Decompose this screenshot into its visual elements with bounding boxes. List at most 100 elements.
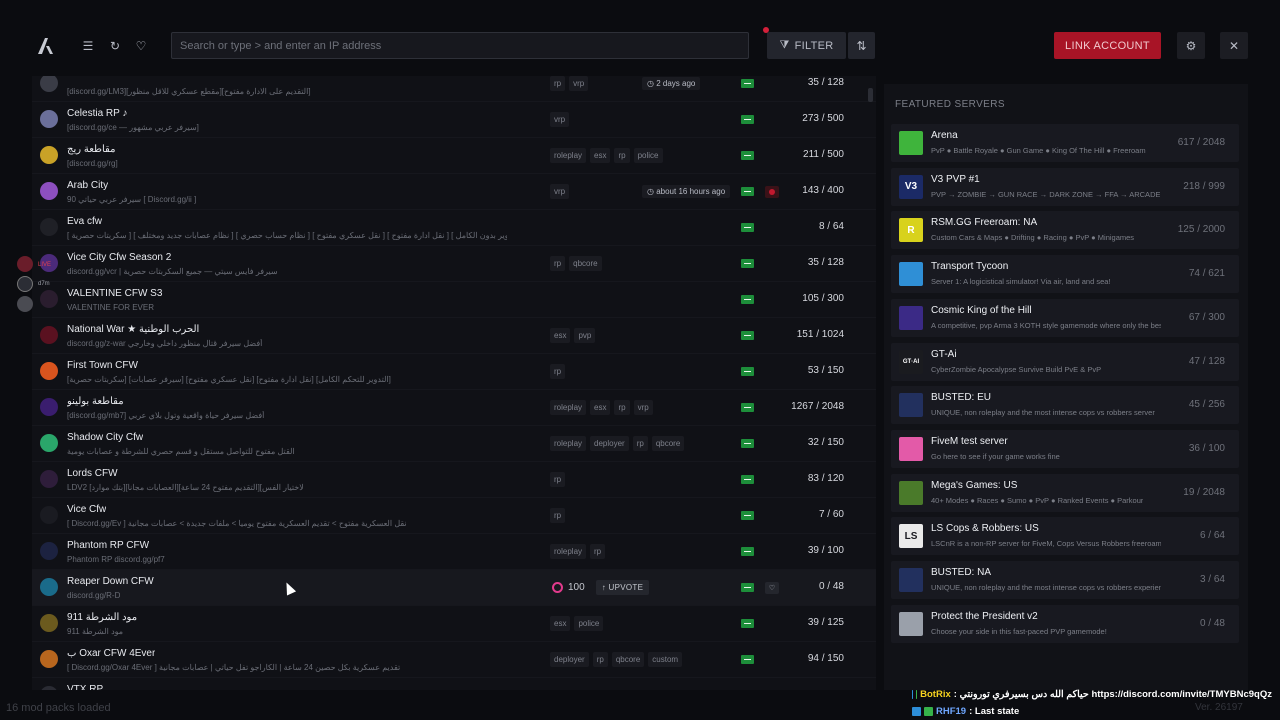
server-tags: roleplay esx rp police — [550, 148, 663, 163]
server-row[interactable]: Shadow City Cfw القتل مفتوح للتواصل مستقل… — [32, 426, 876, 462]
server-tag[interactable]: rp — [550, 256, 566, 271]
server-tag[interactable]: qbcore — [611, 652, 645, 667]
close-icon: ✕ — [1228, 38, 1240, 53]
server-tag[interactable]: rp — [550, 364, 566, 379]
server-row[interactable]: Vice City Cfw Season 2 discord.gg/vcr | س… — [32, 246, 876, 282]
featured-server-description: A competitive, pvp Arma 3 KOTH style gam… — [931, 320, 1161, 330]
player-count: 273 / 500 — [802, 113, 844, 124]
server-tag[interactable]: vrp — [550, 184, 570, 199]
sort-button[interactable]: ⇅ — [848, 32, 875, 59]
country-flag-icon — [741, 259, 754, 268]
server-tag[interactable]: vrp — [550, 112, 570, 127]
heart-icon[interactable]: ♡ — [132, 37, 150, 55]
server-tag[interactable]: rp — [592, 652, 608, 667]
featured-server-card[interactable]: Protect the President v2 Choose your side… — [891, 604, 1239, 643]
featured-server-description: Custom Cars & Maps ● Drifting ● Racing ●… — [931, 233, 1135, 243]
server-tag[interactable]: rp — [550, 76, 566, 91]
server-tag[interactable]: esx — [550, 616, 571, 631]
featured-server-description: PVP → ZOMBIE → GUN RACE → DARK ZONE → FF… — [931, 189, 1161, 199]
server-description: [ Discord.gg/Oxar 4Ever ] تقديم عسكرية ب… — [67, 663, 401, 672]
server-tag[interactable]: esx — [590, 148, 611, 163]
country-flag-icon — [741, 619, 754, 628]
featured-server-card[interactable]: BUSTED: NA UNIQUE, non roleplay and the m… — [891, 561, 1239, 599]
server-row[interactable]: Phantom RP CFW Phantom RP discord.gg/pf7 r… — [32, 534, 876, 570]
last-updated-badge: ◷ 2 days ago — [642, 77, 701, 90]
server-tag[interactable]: custom — [648, 652, 683, 667]
server-row[interactable]: Lords CFW LDV2 لاختيار الفس][التقديم مفتو… — [32, 462, 876, 498]
server-row[interactable]: National War ★ الحرب الوطنية discord.gg/z… — [32, 318, 876, 354]
filter-label: FILTER — [794, 39, 834, 52]
favorite-heart-icon[interactable]: ♡ — [765, 582, 779, 594]
server-row[interactable]: مود الشرطة 911 مود الشرطة 911 esx police 39 … — [32, 606, 876, 642]
chat-badge-icon — [912, 690, 914, 699]
featured-server-card[interactable]: Transport Tycoon Server 1: A logicistical… — [891, 255, 1239, 294]
featured-server-card[interactable]: Cosmic King of the Hill A competitive, pv… — [891, 298, 1239, 337]
chat-text: : Last state — [969, 706, 1020, 717]
server-tag[interactable]: esx — [550, 328, 571, 343]
server-row[interactable]: Arab City 90 سيرفر عربي حياتي [ Discord.g… — [32, 174, 876, 210]
filter-icon: ⧩ — [779, 39, 790, 51]
server-row[interactable]: Celestia RP ♪ [discord.gg/ce — سيرفر عربي… — [32, 102, 876, 138]
server-tag[interactable]: rp — [632, 436, 648, 451]
server-tag[interactable]: rp — [550, 472, 566, 487]
featured-server-card[interactable]: R RSM.GG Freeroam: NA Custom Cars & Maps ●… — [891, 211, 1239, 250]
server-tag[interactable]: vrp — [633, 400, 653, 415]
settings-button[interactable]: ⚙ — [1177, 32, 1205, 59]
server-list[interactable]: [discord.gg/LM3][مقطع عسكري للاقل منظور]… — [32, 76, 876, 690]
featured-server-card[interactable]: Mega's Games: US 40+ Modes ● Races ● Sumo… — [891, 473, 1239, 512]
fivem-logo-icon[interactable] — [36, 36, 56, 56]
featured-server-card[interactable]: GT·AI GT-Ai CyberZombie Apocalypse Survive… — [891, 342, 1239, 381]
server-row[interactable]: [discord.gg/LM3][مقطع عسكري للاقل منظور]… — [32, 76, 876, 102]
server-tag[interactable]: esx — [590, 400, 611, 415]
server-row[interactable]: Vice Cfw [ Discord.gg/Ev ] نقل العسكرية م… — [32, 498, 876, 534]
history-icon[interactable]: ↻ — [106, 37, 124, 55]
country-flag-icon — [741, 187, 754, 196]
server-tag[interactable]: police — [574, 616, 604, 631]
featured-player-count: 67 / 300 — [1188, 311, 1225, 323]
featured-server-name: LS Cops & Robbers: US — [931, 523, 1039, 535]
server-tag[interactable]: roleplay — [550, 400, 587, 415]
stream-label: d7m — [38, 281, 50, 287]
link-account-button[interactable]: LINK ACCOUNT — [1054, 32, 1161, 59]
server-tag[interactable]: qbcore — [651, 436, 685, 451]
featured-server-card[interactable]: FiveM test server Go here to see if your … — [891, 429, 1239, 468]
featured-server-card[interactable]: BUSTED: EU UNIQUE, non roleplay and the m… — [891, 386, 1239, 425]
server-tag[interactable]: deployer — [550, 652, 589, 667]
server-row[interactable]: مقاطعة ريج [discord.gg/rg] roleplay esx rp po… — [32, 138, 876, 174]
server-tag[interactable]: rp — [614, 400, 630, 415]
server-row[interactable]: Eva cfw [ سكربتات حصرية ] [ نظام عصابات ج… — [32, 210, 876, 246]
server-row[interactable]: Reaper Down CFW discord.gg/R-D 100 ↑ UPVOTE… — [32, 570, 876, 606]
list-icon[interactable]: ☰ — [79, 37, 97, 55]
server-list-scrollbar[interactable] — [868, 88, 873, 102]
chat-text: : حياكم الله دس بسيرفري تورونتي https://… — [953, 689, 1272, 700]
chat-overlay: BotRix: حياكم الله دس بسيرفري تورونتي ht… — [912, 686, 1272, 720]
server-tag[interactable]: deployer — [590, 436, 629, 451]
featured-server-card[interactable]: V3 V3 PVP #1 PVP → ZOMBIE → GUN RACE → DAR… — [891, 167, 1239, 206]
featured-server-card[interactable]: Arena PvP ● Battle Royale ● Gun Game ● Ki… — [891, 124, 1239, 162]
server-row[interactable]: VALENTINE CFW S3 VALENTINE FOR EVER 105 / … — [32, 282, 876, 318]
server-row[interactable]: VTX RP ... — [32, 678, 876, 690]
server-tag[interactable]: pvp — [574, 328, 596, 343]
close-button[interactable]: ✕ — [1220, 32, 1248, 59]
featured-server-icon: V3 — [899, 174, 923, 199]
featured-server-description: UNIQUE, non roleplay and the most intens… — [931, 408, 1155, 418]
server-tag[interactable]: rp — [550, 508, 566, 523]
featured-servers-panel: FEATURED SERVERS Arena PvP ● Battle Royal… — [884, 84, 1248, 690]
server-tag[interactable]: rp — [590, 544, 606, 559]
clock-icon: ◷ — [647, 187, 657, 196]
player-count: 7 / 60 — [818, 509, 844, 520]
server-tag[interactable]: police — [633, 148, 663, 163]
featured-server-card[interactable]: LS LS Cops & Robbers: US LSCnR is a non-RP… — [891, 517, 1239, 556]
server-row[interactable]: First Town CFW [سكربتات حصرية] [سيرفر عصا… — [32, 354, 876, 390]
server-row[interactable]: ب Oxar CFW 4Ever [ Discord.gg/Oxar 4Ever … — [32, 642, 876, 678]
server-tag[interactable]: roleplay — [550, 148, 587, 163]
search-input[interactable] — [171, 32, 749, 59]
server-tag[interactable]: qbcore — [569, 256, 602, 271]
filter-button[interactable]: ⧩ FILTER — [767, 32, 846, 59]
server-tag[interactable]: vrp — [569, 76, 589, 91]
server-row[interactable]: مقاطعة بولينو [discord.gg/mb7] أفضل سيرفر… — [32, 390, 876, 426]
server-tag[interactable]: rp — [614, 148, 630, 163]
upvote-button[interactable]: ↑ UPVOTE — [595, 580, 650, 595]
server-tag[interactable]: roleplay — [550, 436, 587, 451]
server-tag[interactable]: roleplay — [550, 544, 587, 559]
